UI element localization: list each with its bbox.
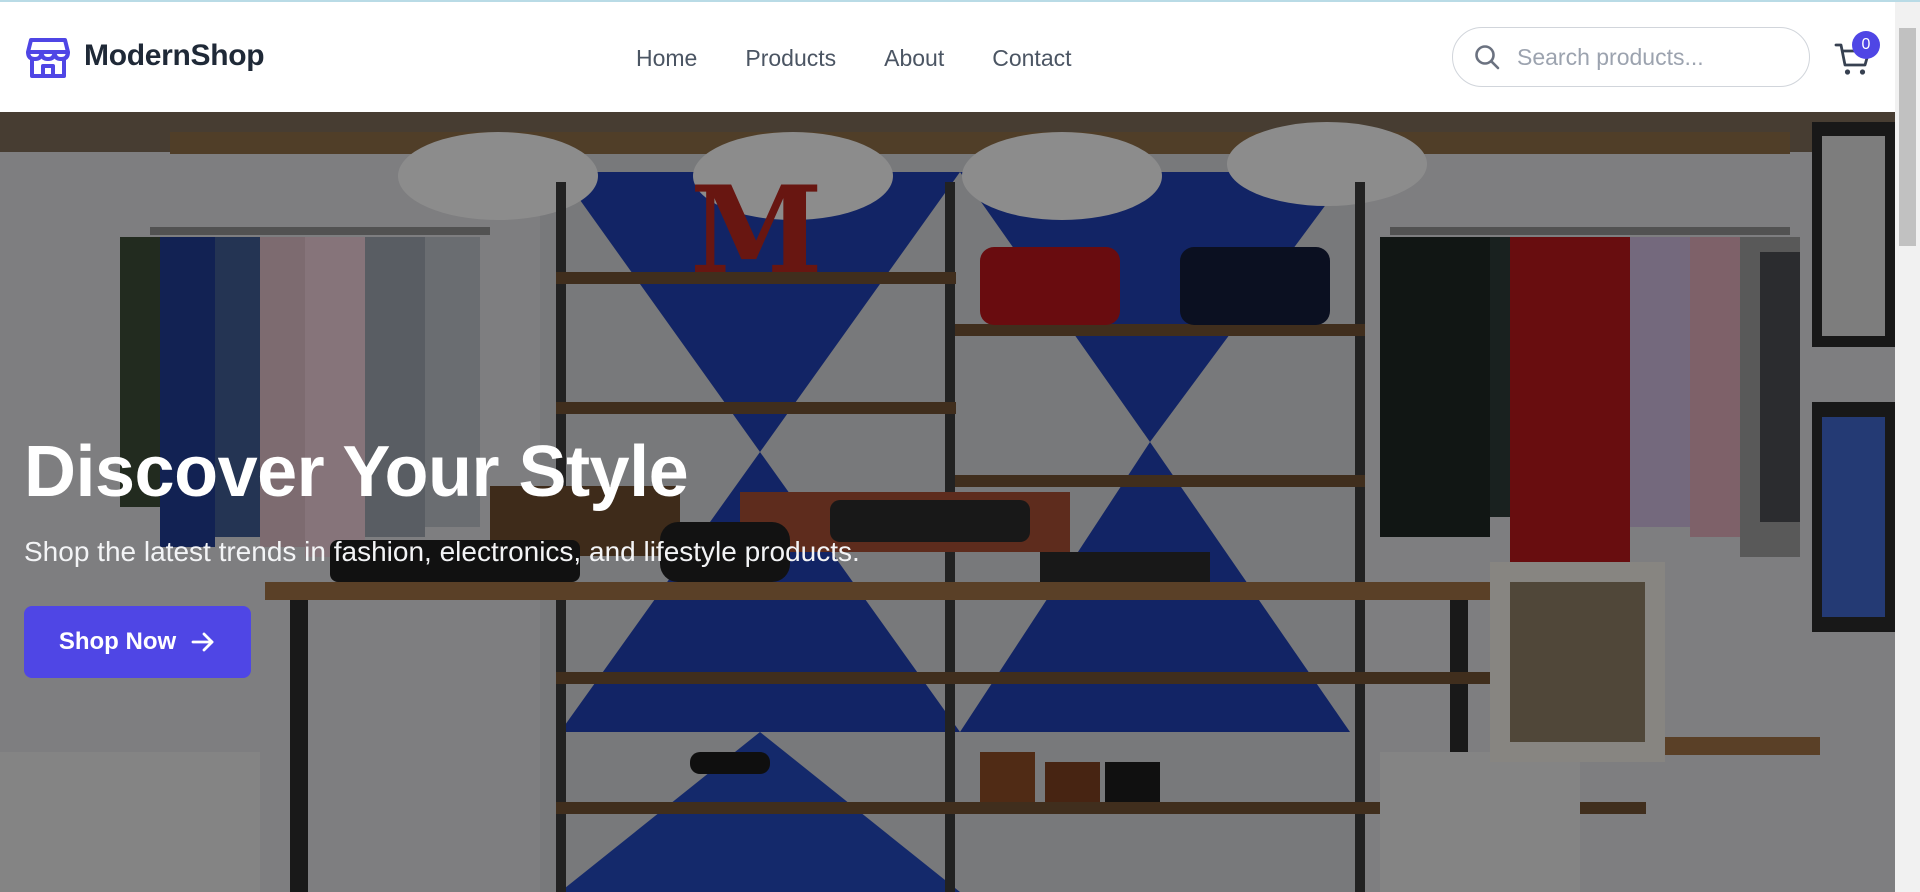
page-scrollbar[interactable] (1895, 2, 1920, 892)
main-nav: Home Products About Contact (636, 44, 1072, 72)
nav-link-about[interactable]: About (884, 44, 944, 72)
hero-content: Discover Your Style Shop the latest tren… (24, 430, 860, 678)
shop-now-label: Shop Now (58, 628, 177, 655)
storefront-icon (26, 38, 70, 78)
page: ModernShop Home Products About Contact 0 (0, 0, 1920, 892)
arrow-right-icon (191, 632, 214, 652)
hero-section: M Discover Your Style Shop the latest tr… (0, 112, 1895, 892)
brand-name: ModernShop (84, 39, 265, 72)
hero-subtitle: Shop the latest trends in fashion, elect… (24, 536, 860, 567)
site-header: ModernShop Home Products About Contact 0 (0, 2, 1895, 112)
nav-link-home[interactable]: Home (636, 44, 697, 72)
brand-logo-link[interactable]: ModernShop (24, 32, 265, 80)
nav-link-contact[interactable]: Contact (992, 44, 1071, 72)
search-box (1452, 27, 1810, 87)
cart-count-badge: 0 (1852, 31, 1880, 59)
hero-title: Discover Your Style (24, 432, 689, 512)
search-input[interactable] (1515, 42, 1789, 72)
search-icon (1475, 45, 1500, 70)
nav-link-products[interactable]: Products (745, 44, 836, 72)
shop-now-button[interactable]: Shop Now (24, 606, 251, 678)
cart-button[interactable]: 0 (1834, 31, 1880, 80)
scrollbar-thumb[interactable] (1899, 28, 1916, 246)
